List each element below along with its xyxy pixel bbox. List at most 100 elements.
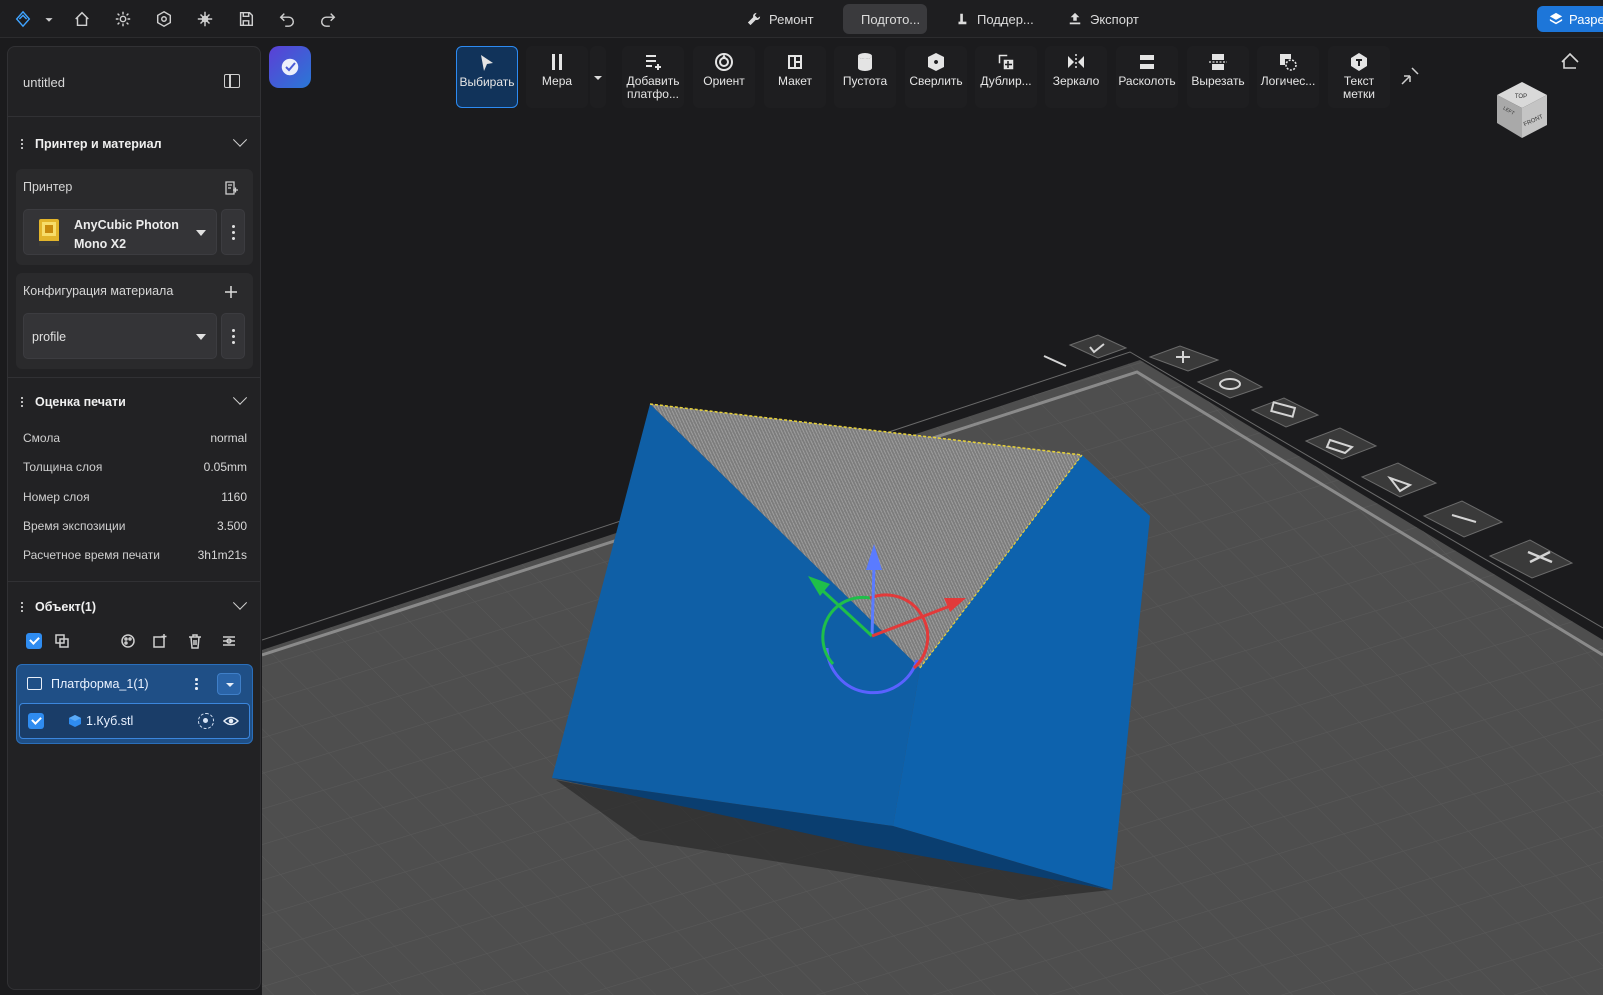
estimate-row: Смола normal [23,431,247,445]
printer-model-line2: Mono X2 [74,237,127,251]
platform-row[interactable]: Платформа_1(1) [17,665,252,703]
chevron-down-icon[interactable] [232,390,248,405]
platform-icon [27,677,42,690]
project-name[interactable]: untitled [23,75,65,90]
tool-label: Ориент [703,74,745,88]
view-cube-top-label: TOP [1515,94,1527,100]
cut-icon [1209,54,1227,70]
palette-icon[interactable] [120,633,136,654]
tool-orient[interactable]: Ориент [693,46,755,108]
export-icon [1069,12,1081,25]
save-icon[interactable] [233,6,259,32]
app-menu-chevron-icon[interactable] [40,6,58,32]
settings-icon[interactable] [110,6,136,32]
cube-icon [69,715,81,727]
undo-icon[interactable] [274,6,300,32]
mode-prepare-label: Подгото... [861,11,921,27]
platform-expand-button[interactable] [217,673,241,695]
cloud-models-icon[interactable] [151,6,177,32]
printer-settings-icon[interactable] [223,180,239,196]
add-object-icon[interactable] [152,633,168,654]
printer-select[interactable]: AnyCubic Photon Mono X2 [23,209,217,255]
redo-icon[interactable] [315,6,341,32]
material-profile-select[interactable]: profile [23,313,217,359]
tool-split[interactable]: Расколоть [1116,46,1178,108]
material-label: Конфигурация материала [23,284,174,298]
mode-export-label: Экспорт [1090,11,1139,27]
drag-grip-icon[interactable] [21,602,25,612]
caret-down-icon [196,230,206,236]
mode-repair[interactable]: Ремонт [737,4,824,34]
platform-name: Платформа_1(1) [51,677,149,691]
mode-repair-label: Ремонт [769,11,814,27]
drill-icon [928,53,944,71]
panel-layout-icon[interactable] [224,74,240,88]
printer-more-button[interactable] [221,209,245,255]
printer-model-line1: AnyCubic Photon [74,218,179,232]
cursor-icon [481,55,493,71]
add-platform-icon [646,55,661,70]
estimate-row: Расчетное время печати 3h1m21s [23,548,247,562]
platform-more-button[interactable] [195,678,198,690]
ai-assistant-button[interactable] [269,46,311,88]
tool-label: Расколоть [1118,74,1176,88]
arrange-icon[interactable] [221,633,237,654]
mode-prepare[interactable]: Подгото... [843,4,927,34]
estimate-row: Номер слоя 1160 [23,490,247,504]
multi-select-icon[interactable] [54,633,70,654]
section-title: Объект(1) [35,600,96,614]
section-estimate-header[interactable]: Оценка печати [8,388,260,416]
drag-grip-icon[interactable] [21,397,25,407]
upgrade-button[interactable]: Разре [1537,6,1603,32]
tool-label: Вырезать [1191,74,1245,88]
section-printer-material-header[interactable]: Принтер и материал [8,130,260,158]
network-icon[interactable] [192,6,218,32]
tool-cut[interactable]: Вырезать [1187,46,1249,108]
mode-supports[interactable]: Поддер... [945,4,1044,34]
platform-group[interactable]: Платформа_1(1) 1.Куб.stl [16,664,253,744]
support-icon [958,13,967,25]
layout-icon [788,55,802,69]
orient-icon [715,53,733,71]
drag-grip-icon[interactable] [21,139,25,149]
tool-hollow[interactable]: Пустота [834,46,896,108]
tool-text-label[interactable]: Текст метки [1328,46,1390,108]
duplicate-icon [997,53,1015,71]
material-more-button[interactable] [221,313,245,359]
select-all-checkbox[interactable] [26,633,42,649]
measure-dropdown-button[interactable] [590,46,606,108]
target-icon[interactable] [198,713,214,729]
section-title: Принтер и материал [35,137,162,151]
section-title: Оценка печати [35,395,126,409]
mode-export[interactable]: Экспорт [1058,4,1149,34]
tool-drill[interactable]: Сверлить [905,46,967,108]
wrench-icon [747,12,761,26]
printer-card: Принтер AnyCubic Photon Mono X2 [16,169,253,265]
object-checkbox[interactable] [28,713,44,729]
chevron-down-icon[interactable] [232,595,248,610]
tool-duplicate[interactable]: Дублир... [975,46,1037,108]
tool-mirror[interactable]: Зеркало [1045,46,1107,108]
app-logo-icon[interactable] [10,6,36,32]
tool-label: Добавить платфо... [626,74,680,101]
tool-measure[interactable]: Мера [526,46,588,108]
tool-label: Выбирать [459,75,515,89]
estimate-value: 1160 [221,490,247,504]
printer-thumbnail-icon [39,219,59,246]
3d-viewport[interactable]: TOP FRONT LEFT [262,38,1603,995]
tool-select[interactable]: Выбирать [456,46,518,108]
home-icon[interactable] [69,6,95,32]
tool-layout[interactable]: Макет [764,46,826,108]
delete-icon[interactable] [187,633,203,654]
estimate-key: Расчетное время печати [23,548,160,562]
tool-add-platform[interactable]: Добавить платфо... [622,46,684,108]
chevron-down-icon[interactable] [232,132,248,147]
upgrade-label: Разре [1569,11,1603,27]
eye-icon[interactable] [223,714,239,728]
section-objects-header[interactable]: Объект(1) [8,593,260,621]
tool-boolean[interactable]: Логичес... [1257,46,1319,108]
add-icon[interactable] [223,284,239,300]
estimate-value: 3h1m21s [197,548,247,562]
object-row[interactable]: 1.Куб.stl [19,703,250,739]
hollow-icon [858,53,872,71]
